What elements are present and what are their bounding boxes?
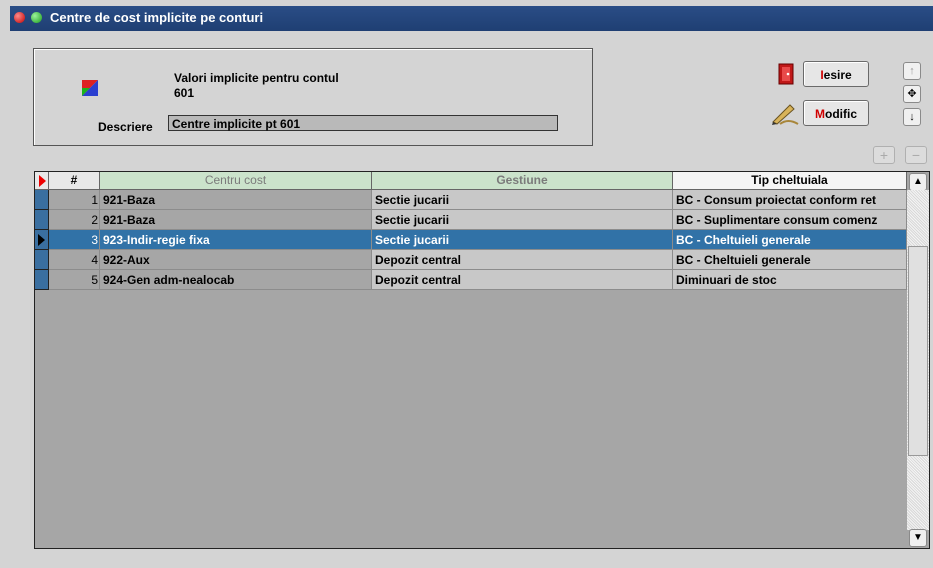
table-row[interactable]: 1 921-Baza Sectie jucarii BC - Consum pr… [35, 190, 907, 210]
row-number: 1 [49, 190, 100, 210]
row-indicator[interactable] [35, 210, 49, 230]
plus-icon[interactable]: + [873, 146, 895, 164]
title-bar: Centre de cost implicite pe conturi [0, 0, 933, 36]
minus-icon[interactable]: − [905, 146, 927, 164]
cost-center-cell[interactable]: 922-Aux [100, 250, 372, 270]
expense-type-cell[interactable]: BC - Consum proiectat conform ret [673, 190, 907, 210]
scroll-down-icon[interactable]: ▼ [909, 529, 927, 547]
row-indicator[interactable] [35, 270, 49, 290]
gestiune-cell[interactable]: Sectie jucarii [372, 230, 673, 250]
gestiune-cell[interactable]: Sectie jucarii [372, 190, 673, 210]
edit-pen-icon [772, 104, 799, 125]
close-dot-icon[interactable] [14, 12, 25, 23]
minimize-dot-icon[interactable] [31, 12, 42, 23]
gestiune-cell[interactable]: Depozit central [372, 270, 673, 290]
arrow-down-icon[interactable]: ↓ [903, 108, 921, 126]
header-indicator [35, 172, 49, 190]
expense-type-cell[interactable]: BC - Cheltuieli generale [673, 230, 907, 250]
arrow-up-icon[interactable]: ↑ [903, 62, 921, 80]
row-number: 3 [49, 230, 100, 250]
description-label: Descriere [98, 120, 153, 134]
cost-center-cell[interactable]: 921-Baza [100, 190, 372, 210]
row-number: 2 [49, 210, 100, 230]
info-caption: Valori implicite pentru contul [174, 71, 339, 85]
expense-type-cell[interactable]: BC - Cheltuieli generale [673, 250, 907, 270]
row-number: 4 [49, 250, 100, 270]
column-header-gestiune[interactable]: Gestiune [372, 172, 673, 190]
cost-center-cell[interactable]: 924-Gen adm-nealocab [100, 270, 372, 290]
gestiune-cell[interactable]: Sectie jucarii [372, 210, 673, 230]
gestiune-cell[interactable]: Depozit central [372, 250, 673, 270]
column-header-cost-center[interactable]: Centru cost [100, 172, 372, 190]
row-indicator[interactable] [35, 230, 49, 250]
logo-icon [82, 80, 98, 96]
vertical-scrollbar[interactable]: ▲ ▼ [907, 172, 929, 548]
exit-door-icon [778, 63, 794, 85]
account-number: 601 [174, 86, 195, 100]
move-icon[interactable]: ✥ [903, 85, 921, 103]
column-header-number[interactable]: # [49, 172, 100, 190]
cost-center-cell[interactable]: 923-Indir-regie fixa [100, 230, 372, 250]
table-row[interactable]: 2 921-Baza Sectie jucarii BC - Supliment… [35, 210, 907, 230]
table-row[interactable]: 5 924-Gen adm-nealocab Depozit central D… [35, 270, 907, 290]
scroll-up-icon[interactable]: ▲ [909, 173, 927, 191]
modify-button[interactable]: Modific [803, 100, 869, 126]
exit-button[interactable]: Iesire [803, 61, 869, 87]
row-indicator[interactable] [35, 250, 49, 270]
cost-center-grid: # Centru cost Gestiune Tip cheltuiala 1 … [34, 171, 930, 549]
row-number: 5 [49, 270, 100, 290]
row-indicator[interactable] [35, 190, 49, 210]
table-row-selected[interactable]: 3 923-Indir-regie fixa Sectie jucarii BC… [35, 230, 907, 250]
current-row-arrow-icon [38, 175, 46, 187]
table-row[interactable]: 4 922-Aux Depozit central BC - Cheltuiel… [35, 250, 907, 270]
scroll-thumb[interactable] [908, 246, 928, 456]
expense-type-cell[interactable]: Diminuari de stoc [673, 270, 907, 290]
current-row-arrow-icon [38, 234, 45, 246]
window-title: Centre de cost implicite pe conturi [50, 10, 264, 25]
description-field[interactable]: Centre implicite pt 601 [168, 115, 558, 131]
expense-type-cell[interactable]: BC - Suplimentare consum comenz [673, 210, 907, 230]
info-panel: Valori implicite pentru contul 601 Descr… [33, 48, 593, 146]
column-header-expense-type[interactable]: Tip cheltuiala [673, 172, 907, 190]
cost-center-cell[interactable]: 921-Baza [100, 210, 372, 230]
